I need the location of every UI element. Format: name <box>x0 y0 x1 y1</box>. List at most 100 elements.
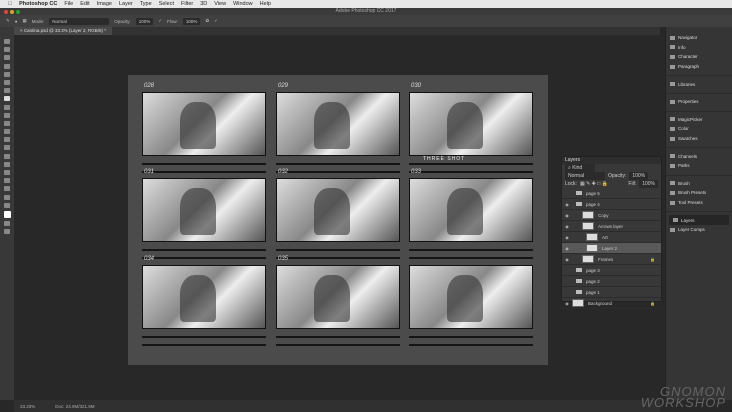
eraser-tool-icon[interactable] <box>4 120 10 126</box>
layer-row[interactable]: ◉ page 4 <box>562 199 661 210</box>
storyboard-frame[interactable] <box>142 92 266 156</box>
layer-row[interactable]: ◉ Copy <box>562 210 661 221</box>
dock-layers[interactable]: Layers <box>669 215 729 225</box>
layer-filter-select[interactable]: ⌕ Kind <box>565 164 595 172</box>
brush-panel-icon[interactable]: ▦ <box>23 18 27 24</box>
dock-magicpicker[interactable]: MagicPicker <box>666 115 732 125</box>
lasso-tool-icon[interactable] <box>4 55 10 61</box>
dock-libraries[interactable]: Libraries <box>666 79 732 89</box>
menu-file[interactable]: File <box>64 1 73 7</box>
color-swatch-icon[interactable] <box>3 210 11 218</box>
dock-paths[interactable]: Paths <box>666 161 732 171</box>
eye-icon[interactable]: ◉ <box>562 235 572 240</box>
more-tools-icon[interactable] <box>4 202 10 208</box>
storyboard-canvas[interactable]: 028 029 030 THREE SHOT 031 032 033 034 03… <box>128 75 548 365</box>
brush-preset-icon[interactable]: ● <box>15 19 18 24</box>
eye-icon[interactable]: ◉ <box>562 301 572 306</box>
eyedropper-icon[interactable] <box>4 79 10 85</box>
dock-brush[interactable]: Brush <box>666 179 732 189</box>
layer-row[interactable]: ◉ Background 🔒 <box>562 298 661 309</box>
dock-info[interactable]: Info <box>666 43 732 53</box>
dock-channels[interactable]: Channels <box>666 151 732 161</box>
mode-select[interactable]: Normal <box>49 17 110 25</box>
storyboard-frame[interactable] <box>142 178 266 242</box>
dock-color[interactable]: Color <box>666 124 732 134</box>
storyboard-frame[interactable] <box>409 265 533 329</box>
eye-icon[interactable]: ◉ <box>562 213 572 218</box>
brush-tool-icon[interactable]: ✎ <box>6 18 10 24</box>
opacity-input[interactable]: 100% <box>135 17 154 25</box>
menu-3d[interactable]: 3D <box>200 1 207 7</box>
dock-layer-comps[interactable]: Layer Comps <box>666 225 732 235</box>
storyboard-frame[interactable] <box>276 178 400 242</box>
menu-type[interactable]: Type <box>140 1 152 7</box>
menu-app[interactable]: Photoshop CC <box>19 1 57 7</box>
eye-icon[interactable]: ◉ <box>562 257 572 262</box>
storyboard-frame[interactable] <box>409 178 533 242</box>
fill-input[interactable]: 100% <box>639 180 658 188</box>
eye-icon[interactable]: ◉ <box>562 224 572 229</box>
menu-edit[interactable]: Edit <box>80 1 89 7</box>
airbrush-icon[interactable]: ✿ <box>205 18 209 24</box>
menu-select[interactable]: Select <box>159 1 174 7</box>
blur-tool-icon[interactable] <box>4 137 10 143</box>
type-tool-icon[interactable] <box>4 161 10 167</box>
zoom-tool-icon[interactable] <box>4 194 10 200</box>
flow-input[interactable]: 100% <box>182 17 201 25</box>
shape-tool-icon[interactable] <box>4 178 10 184</box>
eye-icon[interactable]: ◉ <box>562 202 572 207</box>
dock-character[interactable]: Character <box>666 52 732 62</box>
layer-row[interactable]: ◉ Arrows layer <box>562 221 661 232</box>
document-tab[interactable]: × Cantina.psd @ 33.3% (Layer 2, RGB/8) * <box>14 27 112 35</box>
layer-row[interactable]: page 1 <box>562 287 661 298</box>
history-brush-icon[interactable] <box>4 112 10 118</box>
menu-layer[interactable]: Layer <box>119 1 133 7</box>
path-select-icon[interactable] <box>4 170 10 175</box>
gradient-tool-icon[interactable] <box>4 129 10 135</box>
minimize-button[interactable] <box>10 9 14 14</box>
pressure-size-icon[interactable]: ✓ <box>214 18 218 24</box>
apple-icon[interactable]:  <box>8 1 12 7</box>
layer-row[interactable]: ◉ Art <box>562 232 661 243</box>
dodge-tool-icon[interactable] <box>4 145 10 151</box>
crop-tool-icon[interactable] <box>4 71 10 77</box>
blend-mode-select[interactable]: Normal <box>565 172 605 180</box>
storyboard-frame[interactable] <box>409 92 533 156</box>
layer-opacity-input[interactable]: 100% <box>629 172 649 180</box>
menu-filter[interactable]: Filter <box>181 1 193 7</box>
screen-mode-icon[interactable] <box>4 229 10 235</box>
menu-image[interactable]: Image <box>97 1 112 7</box>
brush-tool-icon[interactable] <box>4 96 10 102</box>
lock-icons[interactable]: ▦ ✎ ✚ □ 🔒 <box>580 181 608 187</box>
eye-icon[interactable]: ◉ <box>562 246 572 251</box>
zoom-button[interactable] <box>16 9 20 14</box>
dock-paragraph[interactable]: Paragraph <box>666 62 732 72</box>
hand-tool-icon[interactable] <box>4 186 10 192</box>
quick-mask-icon[interactable] <box>4 221 10 227</box>
pen-tool-icon[interactable] <box>4 153 10 159</box>
marquee-tool-icon[interactable] <box>4 47 10 53</box>
storyboard-frame[interactable] <box>142 265 266 329</box>
magic-wand-icon[interactable] <box>4 63 10 69</box>
dock-navigator[interactable]: Navigator <box>666 33 732 43</box>
menu-help[interactable]: Help <box>260 1 271 7</box>
menu-window[interactable]: Window <box>233 1 253 7</box>
move-tool-icon[interactable] <box>4 39 10 44</box>
layer-row[interactable]: ◉ Layer 2 <box>562 243 661 254</box>
layer-row[interactable]: ◉ Frames 🔒 <box>562 254 661 265</box>
dock-swatches[interactable]: Swatches <box>666 134 732 144</box>
healing-tool-icon[interactable] <box>4 88 10 94</box>
menu-view[interactable]: View <box>214 1 226 7</box>
dock-brush-presets[interactable]: Brush Presets <box>666 188 732 198</box>
pressure-opacity-icon[interactable]: ✓ <box>158 18 162 24</box>
dock-properties[interactable]: Properties <box>666 97 732 107</box>
zoom-level[interactable]: 33.33% <box>20 404 35 409</box>
layer-row[interactable]: page 3 <box>562 265 661 276</box>
close-button[interactable] <box>4 9 8 14</box>
dock-tool-presets[interactable]: Tool Presets <box>666 198 732 208</box>
layer-row[interactable]: page 2 <box>562 276 661 287</box>
layer-row[interactable]: page 5 <box>562 188 661 199</box>
stamp-tool-icon[interactable] <box>4 104 10 110</box>
storyboard-frame[interactable] <box>276 265 400 329</box>
storyboard-frame[interactable] <box>276 92 400 156</box>
